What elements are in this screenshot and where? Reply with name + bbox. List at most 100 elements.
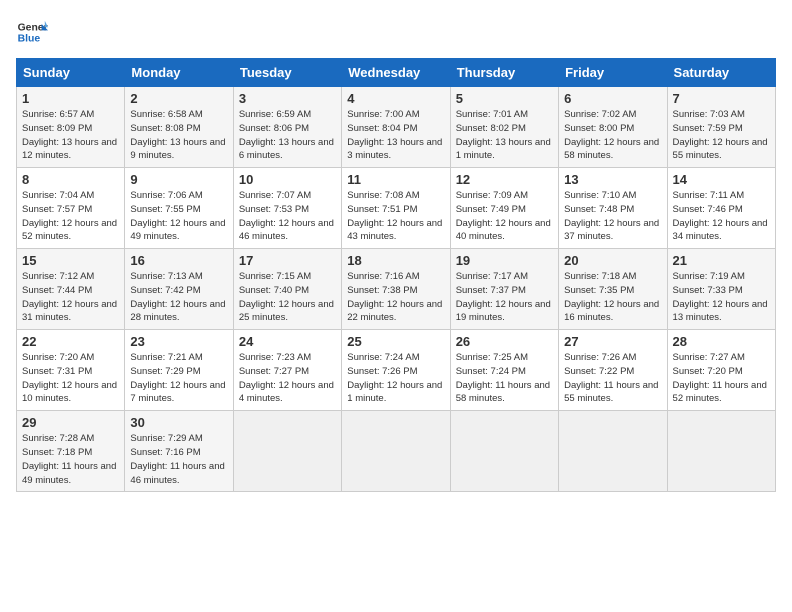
day-detail: Sunrise: 7:26 AM Sunset: 7:22 PM Dayligh… <box>564 351 661 406</box>
day-detail: Sunrise: 7:03 AM Sunset: 7:59 PM Dayligh… <box>673 108 770 163</box>
calendar-cell <box>559 411 667 492</box>
day-number: 8 <box>22 172 119 187</box>
day-detail: Sunrise: 7:01 AM Sunset: 8:02 PM Dayligh… <box>456 108 553 163</box>
calendar-cell: 21 Sunrise: 7:19 AM Sunset: 7:33 PM Dayli… <box>667 249 775 330</box>
day-number: 2 <box>130 91 227 106</box>
day-number: 14 <box>673 172 770 187</box>
day-of-week-header: Thursday <box>450 59 558 87</box>
day-number: 16 <box>130 253 227 268</box>
day-detail: Sunrise: 7:18 AM Sunset: 7:35 PM Dayligh… <box>564 270 661 325</box>
calendar-cell: 3Sunrise: 6:59 AM Sunset: 8:06 PM Daylig… <box>233 87 341 168</box>
day-number: 29 <box>22 415 119 430</box>
day-number: 21 <box>673 253 770 268</box>
day-detail: Sunrise: 7:07 AM Sunset: 7:53 PM Dayligh… <box>239 189 336 244</box>
calendar-cell: 22 Sunrise: 7:20 AM Sunset: 7:31 PM Dayli… <box>17 330 125 411</box>
day-detail: Sunrise: 7:06 AM Sunset: 7:55 PM Dayligh… <box>130 189 227 244</box>
day-number: 26 <box>456 334 553 349</box>
day-of-week-header: Saturday <box>667 59 775 87</box>
calendar-cell: 13 Sunrise: 7:10 AM Sunset: 7:48 PM Dayli… <box>559 168 667 249</box>
day-number: 4 <box>347 91 444 106</box>
calendar-cell: 23 Sunrise: 7:21 AM Sunset: 7:29 PM Dayli… <box>125 330 233 411</box>
calendar-cell <box>342 411 450 492</box>
day-of-week-header: Monday <box>125 59 233 87</box>
day-detail: Sunrise: 7:08 AM Sunset: 7:51 PM Dayligh… <box>347 189 444 244</box>
day-detail: Sunrise: 7:27 AM Sunset: 7:20 PM Dayligh… <box>673 351 770 406</box>
day-detail: Sunrise: 7:09 AM Sunset: 7:49 PM Dayligh… <box>456 189 553 244</box>
calendar-week-row: 8 Sunrise: 7:04 AM Sunset: 7:57 PM Daylig… <box>17 168 776 249</box>
day-detail: Sunrise: 7:12 AM Sunset: 7:44 PM Dayligh… <box>22 270 119 325</box>
day-detail: Sunrise: 7:17 AM Sunset: 7:37 PM Dayligh… <box>456 270 553 325</box>
calendar-cell: 14 Sunrise: 7:11 AM Sunset: 7:46 PM Dayli… <box>667 168 775 249</box>
day-detail: Sunrise: 7:25 AM Sunset: 7:24 PM Dayligh… <box>456 351 553 406</box>
day-number: 28 <box>673 334 770 349</box>
day-detail: Sunrise: 7:02 AM Sunset: 8:00 PM Dayligh… <box>564 108 661 163</box>
logo: General Blue <box>16 16 48 48</box>
day-detail: Sunrise: 7:16 AM Sunset: 7:38 PM Dayligh… <box>347 270 444 325</box>
calendar-cell <box>233 411 341 492</box>
calendar-cell: 16 Sunrise: 7:13 AM Sunset: 7:42 PM Dayli… <box>125 249 233 330</box>
day-number: 23 <box>130 334 227 349</box>
calendar-cell: 15 Sunrise: 7:12 AM Sunset: 7:44 PM Dayli… <box>17 249 125 330</box>
day-number: 27 <box>564 334 661 349</box>
day-number: 5 <box>456 91 553 106</box>
day-number: 11 <box>347 172 444 187</box>
calendar-week-row: 22 Sunrise: 7:20 AM Sunset: 7:31 PM Dayli… <box>17 330 776 411</box>
day-number: 9 <box>130 172 227 187</box>
calendar-cell: 2 Sunrise: 6:58 AM Sunset: 8:08 PM Daylig… <box>125 87 233 168</box>
calendar-cell: 10Sunrise: 7:07 AM Sunset: 7:53 PM Dayli… <box>233 168 341 249</box>
day-of-week-header: Sunday <box>17 59 125 87</box>
calendar-cell <box>667 411 775 492</box>
day-detail: Sunrise: 6:57 AM Sunset: 8:09 PM Dayligh… <box>22 108 119 163</box>
day-of-week-header: Friday <box>559 59 667 87</box>
day-detail: Sunrise: 7:15 AM Sunset: 7:40 PM Dayligh… <box>239 270 336 325</box>
calendar-cell: 30 Sunrise: 7:29 AM Sunset: 7:16 PM Dayli… <box>125 411 233 492</box>
day-detail: Sunrise: 7:13 AM Sunset: 7:42 PM Dayligh… <box>130 270 227 325</box>
day-number: 30 <box>130 415 227 430</box>
day-number: 6 <box>564 91 661 106</box>
day-of-week-header: Wednesday <box>342 59 450 87</box>
calendar-week-row: 29 Sunrise: 7:28 AM Sunset: 7:18 PM Dayli… <box>17 411 776 492</box>
calendar-cell: 8 Sunrise: 7:04 AM Sunset: 7:57 PM Daylig… <box>17 168 125 249</box>
day-of-week-header: Tuesday <box>233 59 341 87</box>
calendar-cell: 17 Sunrise: 7:15 AM Sunset: 7:40 PM Dayli… <box>233 249 341 330</box>
calendar-cell: 26 Sunrise: 7:25 AM Sunset: 7:24 PM Dayli… <box>450 330 558 411</box>
calendar-cell: 28 Sunrise: 7:27 AM Sunset: 7:20 PM Dayli… <box>667 330 775 411</box>
day-number: 1 <box>22 91 119 106</box>
day-detail: Sunrise: 7:19 AM Sunset: 7:33 PM Dayligh… <box>673 270 770 325</box>
calendar-cell: 12Sunrise: 7:09 AM Sunset: 7:49 PM Dayli… <box>450 168 558 249</box>
day-detail: Sunrise: 7:28 AM Sunset: 7:18 PM Dayligh… <box>22 432 119 487</box>
calendar-cell: 19 Sunrise: 7:17 AM Sunset: 7:37 PM Dayli… <box>450 249 558 330</box>
calendar-cell: 20 Sunrise: 7:18 AM Sunset: 7:35 PM Dayli… <box>559 249 667 330</box>
calendar-cell <box>450 411 558 492</box>
calendar-cell: 29 Sunrise: 7:28 AM Sunset: 7:18 PM Dayli… <box>17 411 125 492</box>
calendar-cell: 7 Sunrise: 7:03 AM Sunset: 7:59 PM Daylig… <box>667 87 775 168</box>
calendar-cell: 18Sunrise: 7:16 AM Sunset: 7:38 PM Dayli… <box>342 249 450 330</box>
calendar-week-row: 1 Sunrise: 6:57 AM Sunset: 8:09 PM Daylig… <box>17 87 776 168</box>
calendar-cell: 11 Sunrise: 7:08 AM Sunset: 7:51 PM Dayli… <box>342 168 450 249</box>
day-number: 7 <box>673 91 770 106</box>
day-number: 19 <box>456 253 553 268</box>
day-detail: Sunrise: 7:21 AM Sunset: 7:29 PM Dayligh… <box>130 351 227 406</box>
calendar-cell: 9 Sunrise: 7:06 AM Sunset: 7:55 PM Daylig… <box>125 168 233 249</box>
day-detail: Sunrise: 6:58 AM Sunset: 8:08 PM Dayligh… <box>130 108 227 163</box>
day-detail: Sunrise: 7:10 AM Sunset: 7:48 PM Dayligh… <box>564 189 661 244</box>
day-detail: Sunrise: 6:59 AM Sunset: 8:06 PM Dayligh… <box>239 108 336 163</box>
header: General Blue <box>16 16 776 48</box>
calendar-cell: 4Sunrise: 7:00 AM Sunset: 8:04 PM Daylig… <box>342 87 450 168</box>
calendar-cell: 27 Sunrise: 7:26 AM Sunset: 7:22 PM Dayli… <box>559 330 667 411</box>
day-detail: Sunrise: 7:11 AM Sunset: 7:46 PM Dayligh… <box>673 189 770 244</box>
day-detail: Sunrise: 7:24 AM Sunset: 7:26 PM Dayligh… <box>347 351 444 406</box>
day-number: 24 <box>239 334 336 349</box>
day-detail: Sunrise: 7:04 AM Sunset: 7:57 PM Dayligh… <box>22 189 119 244</box>
svg-text:Blue: Blue <box>18 34 41 45</box>
day-number: 22 <box>22 334 119 349</box>
day-detail: Sunrise: 7:23 AM Sunset: 7:27 PM Dayligh… <box>239 351 336 406</box>
day-detail: Sunrise: 7:29 AM Sunset: 7:16 PM Dayligh… <box>130 432 227 487</box>
calendar-cell: 1 Sunrise: 6:57 AM Sunset: 8:09 PM Daylig… <box>17 87 125 168</box>
day-number: 17 <box>239 253 336 268</box>
day-number: 20 <box>564 253 661 268</box>
day-number: 13 <box>564 172 661 187</box>
calendar-table: SundayMondayTuesdayWednesdayThursdayFrid… <box>16 58 776 492</box>
day-detail: Sunrise: 7:20 AM Sunset: 7:31 PM Dayligh… <box>22 351 119 406</box>
day-number: 15 <box>22 253 119 268</box>
